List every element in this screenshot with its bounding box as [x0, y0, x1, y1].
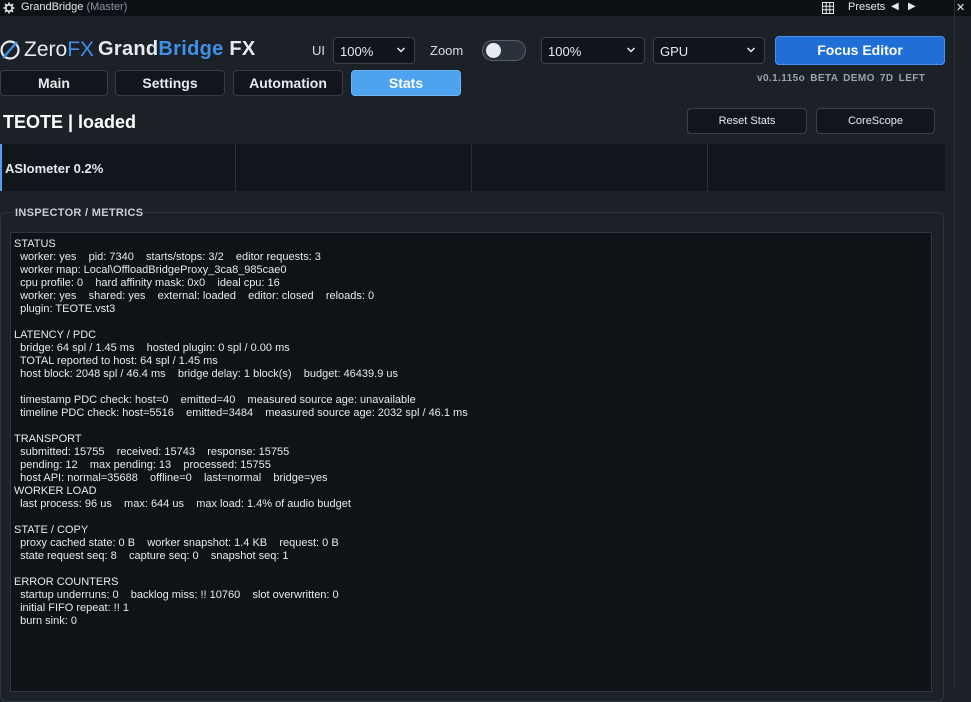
- tab-automation[interactable]: Automation: [233, 70, 343, 96]
- zerofx-logo-text: ZeroFX: [24, 38, 94, 62]
- asiometer-label: ASIometer 0.2%: [5, 161, 104, 176]
- logo-fx-text: FX: [67, 38, 95, 61]
- tab-settings[interactable]: Settings: [115, 70, 225, 96]
- chevron-down-icon: [396, 47, 406, 53]
- window-title-name: GrandBridge: [21, 1, 84, 13]
- metrics-text-area[interactable]: STATUS worker: yes pid: 7340 starts/stop…: [10, 232, 932, 692]
- logo-zero-text: Zero: [24, 38, 68, 61]
- gear-icon[interactable]: [3, 2, 15, 14]
- presets-label[interactable]: Presets: [848, 1, 885, 13]
- caret-left-icon[interactable]: ◀: [891, 1, 899, 12]
- chevron-down-icon: [626, 47, 636, 53]
- title-bar: GrandBridge (Master) Presets ◀ ▶ ✕: [0, 0, 971, 16]
- meter-row: ASIometer 0.2%: [0, 144, 945, 191]
- focus-editor-button[interactable]: Focus Editor: [775, 36, 945, 65]
- window-title: GrandBridge (Master): [21, 1, 127, 13]
- ui-scale-value: 100%: [340, 44, 374, 59]
- corescope-button[interactable]: CoreScope: [816, 108, 935, 134]
- brand-grand: Grand: [98, 38, 159, 60]
- zoom-label: Zoom: [430, 43, 464, 58]
- zoom-value: 100%: [548, 44, 582, 59]
- meter-divider: [707, 144, 708, 191]
- zoom-toggle[interactable]: [482, 40, 526, 61]
- meter-accent: [0, 144, 2, 191]
- zerofx-logo-icon: [0, 40, 20, 60]
- product-title: GrandBridge FX: [98, 38, 256, 61]
- meter-divider: [235, 144, 236, 191]
- window-title-subtitle: (Master): [86, 1, 128, 13]
- meter-divider: [471, 144, 472, 191]
- reset-stats-button[interactable]: Reset Stats: [687, 108, 807, 134]
- ui-scale-dropdown[interactable]: 100%: [333, 37, 415, 64]
- brand-bridge: Bridge: [158, 38, 224, 60]
- caret-right-icon[interactable]: ▶: [908, 1, 916, 12]
- window-edge: [954, 0, 955, 690]
- chevron-down-icon: [746, 47, 756, 53]
- close-icon[interactable]: ✕: [956, 1, 965, 14]
- zoom-dropdown[interactable]: 100%: [541, 37, 645, 64]
- brand-fx: FX: [223, 38, 256, 60]
- metrics-text: STATUS worker: yes pid: 7340 starts/stop…: [14, 238, 468, 627]
- toggle-knob: [486, 43, 501, 58]
- inspector-title: INSPECTOR / METRICS: [13, 207, 146, 219]
- ui-scale-label: UI: [312, 43, 325, 58]
- renderer-dropdown[interactable]: GPU: [653, 37, 765, 64]
- tab-stats[interactable]: Stats: [351, 70, 461, 96]
- plugin-status-title: TEOTE | loaded: [3, 112, 137, 132]
- version-info: v0.1.115o BETA DEMO 7D LEFT: [757, 73, 926, 84]
- renderer-value: GPU: [660, 44, 689, 59]
- grid-icon[interactable]: [822, 2, 834, 14]
- tab-main[interactable]: Main: [0, 70, 108, 96]
